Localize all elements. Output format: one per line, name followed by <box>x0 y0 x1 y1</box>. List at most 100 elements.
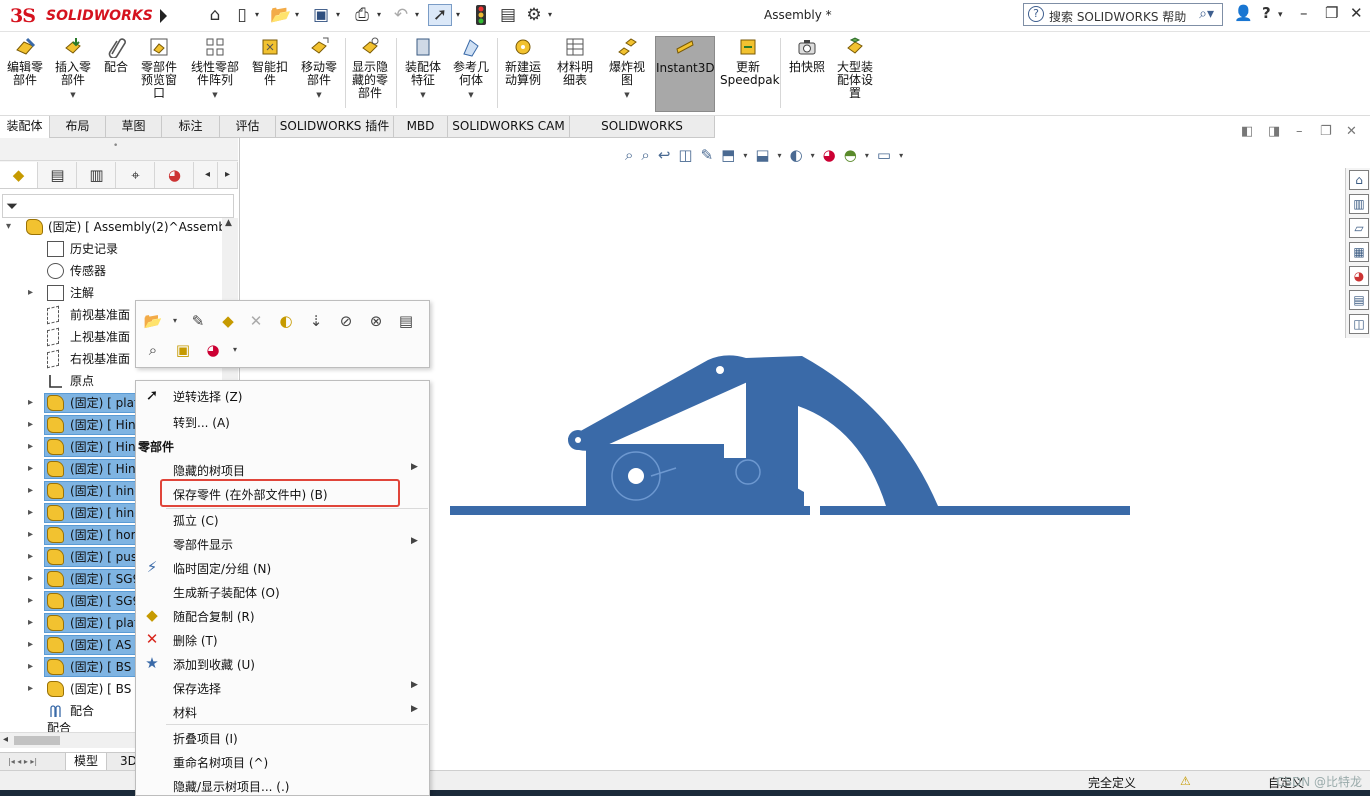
scroll-up-icon[interactable]: ▲ <box>225 218 232 228</box>
reference-geometry-button[interactable]: 参考几 何体 ▼ <box>448 36 494 112</box>
hide-components-icon[interactable]: ◐ <box>276 311 296 331</box>
dropdown-arrow-icon[interactable]: ▼ <box>296 89 342 102</box>
tabs-scroll-right-icon[interactable]: ▸ <box>218 162 238 188</box>
take-snapshot-button[interactable]: 拍快照 <box>784 36 830 112</box>
menu-item-delete[interactable]: ✕ 删除 (T) <box>136 627 429 651</box>
solidworks-resources-home-icon[interactable]: ⌂ <box>1349 170 1369 190</box>
undo-icon[interactable]: ↶ <box>390 4 412 26</box>
help-search-box[interactable]: ? 搜索 SOLIDWORKS 帮助 ⌕▾ <box>1023 3 1223 26</box>
assembly-features-button[interactable]: 装配体 特征 ▼ <box>400 36 446 112</box>
appearance-dropdown-icon[interactable]: ▾ <box>225 340 245 360</box>
expand-arrow-icon[interactable]: ▸ <box>28 392 33 414</box>
tab-markup[interactable]: 标注 <box>162 116 220 138</box>
expand-arrow-icon[interactable]: ▸ <box>28 634 33 656</box>
edit-component-button[interactable]: 编辑零 部件 <box>2 36 48 112</box>
menu-item-hide-show-tree-items[interactable]: 隐藏/显示树项目... (.) <box>136 773 429 796</box>
scroll-left-icon[interactable]: ◂ <box>3 734 8 745</box>
expand-arrow-icon[interactable]: ▸ <box>28 458 33 480</box>
view-orientation-icon[interactable]: ⬒ <box>721 146 735 164</box>
base-plate-right[interactable] <box>820 506 1130 515</box>
viewport-tile-left-icon[interactable]: ◧ <box>1241 124 1253 139</box>
menu-item-add-to-favorites[interactable]: ★ 添加到收藏 (U) <box>136 651 429 675</box>
open-part-icon[interactable]: 📂 <box>143 311 163 331</box>
menu-item-hidden-tree-items[interactable]: 隐藏的树项目 ▶ <box>136 457 429 481</box>
featuremanager-tab-icon[interactable]: ◆ <box>0 162 38 188</box>
select-dropdown-icon[interactable]: ▾ <box>456 10 460 19</box>
menu-item-temp-fix-group[interactable]: ⚡ 临时固定/分组 (N) <box>136 555 429 579</box>
expand-arrow-icon[interactable]: ▸ <box>28 282 33 304</box>
dropdown-arrow-icon[interactable]: ▾ <box>899 151 903 160</box>
open-folder-icon[interactable]: 📂 <box>270 4 292 26</box>
instant3d-button[interactable]: Instant3D <box>655 36 715 112</box>
rebuild-traffic-light-icon[interactable] <box>472 4 490 26</box>
smart-fasteners-button[interactable]: 智能扣 件 <box>248 36 292 112</box>
menu-item-new-subassembly[interactable]: 生成新子装配体 (O) <box>136 579 429 603</box>
menu-item-invert-selection[interactable]: ➚ 逆转选择 (Z) <box>136 383 429 407</box>
viewport-minimize-icon[interactable]: – <box>1296 124 1303 139</box>
appearance-icon[interactable]: ◕ <box>203 340 223 360</box>
undo-dropdown-icon[interactable]: ▾ <box>415 10 419 19</box>
zoom-to-fit-icon[interactable]: ⌕ <box>625 146 633 164</box>
display-manager-tab-icon[interactable]: ◕ <box>156 162 194 188</box>
expand-arrow-icon[interactable]: ▸ <box>28 546 33 568</box>
options-dropdown-icon[interactable]: ▾ <box>548 10 552 19</box>
dropdown-arrow-icon[interactable]: ▼ <box>400 89 446 102</box>
close-icon[interactable]: ✕ <box>1350 4 1363 22</box>
large-assembly-settings-button[interactable]: 大型装 配体设 置 <box>832 36 878 112</box>
help-button[interactable]: ? <box>1262 4 1271 22</box>
restore-icon[interactable]: ❐ <box>1325 4 1338 22</box>
zoom-to-selection-icon[interactable]: ⌕ <box>143 340 163 360</box>
tree-item-history[interactable]: 历史记录 <box>0 238 238 260</box>
tab-solidworks-addins[interactable]: SOLIDWORKS 插件 <box>276 116 394 138</box>
file-explorer-icon[interactable]: ▱ <box>1349 218 1369 238</box>
configurationmanager-tab-icon[interactable]: ▥ <box>78 162 116 188</box>
component-preview-button[interactable]: 零部件 预览窗 口 <box>136 36 182 112</box>
tab-nav-arrows-icon[interactable]: |◂ ◂ ▸ ▸| <box>0 753 66 771</box>
edit-part-icon[interactable]: ✎ <box>188 311 208 331</box>
suppress-icon[interactable]: ✕ <box>246 311 266 331</box>
dropdown-arrow-icon[interactable]: ▼ <box>448 89 494 102</box>
isolate-icon[interactable]: ▣ <box>173 340 193 360</box>
tab-layout[interactable]: 布局 <box>50 116 106 138</box>
open-dropdown-icon[interactable]: ▾ <box>165 311 185 331</box>
expand-arrow-icon[interactable]: ▸ <box>28 436 33 458</box>
show-hidden-components-button[interactable]: 显示隐 藏的零 部件 <box>347 36 393 112</box>
insert-component-button[interactable]: 插入零 部件 ▼ <box>50 36 96 112</box>
open-dropdown-icon[interactable]: ▾ <box>295 10 299 19</box>
new-motion-study-button[interactable]: 新建运 动算例 <box>500 36 546 112</box>
menu-item-save-selection[interactable]: 保存选择 ▶ <box>136 675 429 699</box>
assembly-3d-model[interactable] <box>446 348 1136 523</box>
tree-filter[interactable]: ⏷ <box>2 194 234 218</box>
dropdown-arrow-icon[interactable]: ▼ <box>50 89 96 102</box>
menu-item-go-to[interactable]: 转到... (A) <box>136 409 429 433</box>
linear-pattern-button[interactable]: 线性零部 件阵列 ▼ <box>186 36 244 112</box>
tab-evaluate[interactable]: 评估 <box>220 116 276 138</box>
dropdown-arrow-icon[interactable]: ▼ <box>186 89 244 102</box>
tabs-scroll-left-icon[interactable]: ◂ <box>198 162 218 188</box>
expand-arrow-icon[interactable]: ▸ <box>28 656 33 678</box>
rebuild-status-icon[interactable]: ⚠ <box>1180 774 1191 788</box>
display-style-icon[interactable]: ⬓ <box>755 146 769 164</box>
expand-arrow-icon[interactable]: ▸ <box>28 678 33 700</box>
expand-arrow-icon[interactable]: ▸ <box>28 590 33 612</box>
base-plate-left[interactable] <box>450 506 810 515</box>
panel-grip[interactable] <box>0 138 238 161</box>
expand-arrow-icon[interactable]: ▸ <box>28 524 33 546</box>
mate-button[interactable]: 配合 <box>98 36 134 112</box>
dropdown-arrow-icon[interactable]: ▾ <box>778 151 782 160</box>
expand-arrow-icon[interactable]: ▸ <box>28 502 33 524</box>
tab-model[interactable]: 模型 <box>66 753 108 771</box>
print-icon[interactable]: ⎙ <box>350 4 374 26</box>
menu-item-collapse-items[interactable]: 折叠项目 (I) <box>136 725 429 749</box>
menu-item-isolate[interactable]: 孤立 (C) <box>136 507 429 531</box>
zoom-to-area-icon[interactable]: ⌕ <box>641 146 649 164</box>
dropdown-arrow-icon[interactable]: ▾ <box>743 151 747 160</box>
tree-root-assembly[interactable]: ▾ (固定) [ Assembly(2)^Assembly <box>0 216 238 238</box>
tab-mbd[interactable]: MBD <box>394 116 448 138</box>
home-icon[interactable]: ⌂ <box>203 4 227 26</box>
tab-solidworks-cam[interactable]: SOLIDWORKS CAM <box>448 116 570 138</box>
tree-item-sensors[interactable]: 传感器 <box>0 260 238 282</box>
propertymanager-tab-icon[interactable]: ▤ <box>39 162 77 188</box>
solidworks-logo[interactable]: 3S SOLIDWORKS <box>4 4 153 28</box>
forum-icon[interactable]: ◫ <box>1349 314 1369 334</box>
